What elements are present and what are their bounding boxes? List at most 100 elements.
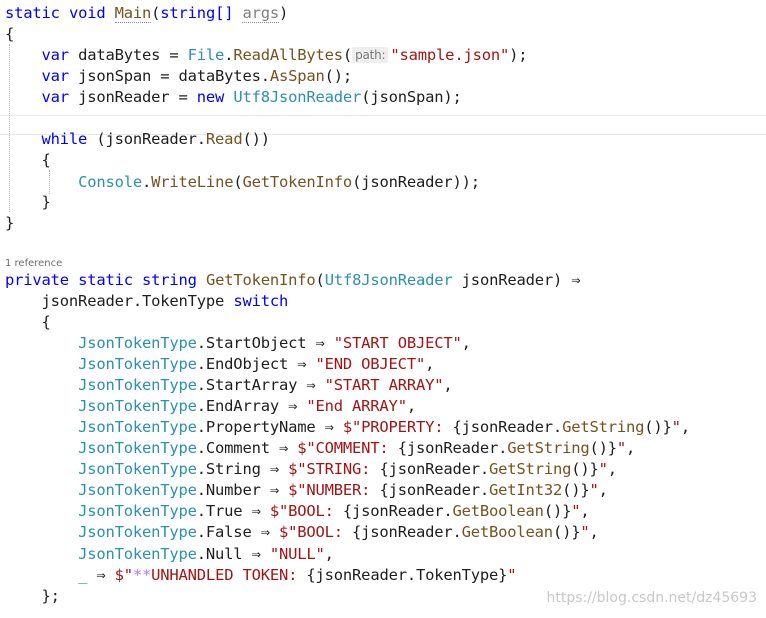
punct: } (5, 214, 15, 232)
switch-arm: JsonTokenType.EndArray ⇒ "End ARRAY", (5, 396, 416, 417)
method-call[interactable]: WriteLine (151, 173, 233, 191)
method-call[interactable]: GetBoolean (462, 523, 554, 541)
method-call[interactable]: GetString (562, 418, 644, 436)
punct: } (41, 193, 51, 211)
string-literal: " (507, 566, 517, 584)
switch-arm: JsonTokenType.Comment ⇒ $"COMMENT: {json… (5, 438, 635, 459)
code-line-switch: jsonReader.TokenType switch (5, 291, 289, 312)
keyword: var (41, 46, 70, 64)
type-name[interactable]: JsonTokenType (78, 355, 197, 373)
keyword: switch (233, 292, 289, 310)
member: .False ⇒ (196, 523, 279, 541)
code-editor[interactable]: static void Main(string[] args) { var da… (0, 0, 766, 618)
punct: , (589, 523, 599, 541)
identifier: jsonReader) ⇒ (452, 271, 581, 289)
interpolation: {jsonReader. (397, 439, 508, 457)
identifier: (jsonReader. (87, 130, 206, 148)
interpolation: ()} (644, 418, 672, 436)
type-name[interactable]: JsonTokenType (78, 545, 197, 563)
punct: ()) (242, 130, 270, 148)
member: .Comment ⇒ (196, 439, 298, 457)
interpolation: ()} (552, 523, 581, 541)
type-name[interactable]: JsonTokenType (78, 397, 197, 415)
code-line-switch-close: }; (5, 586, 60, 607)
type-name[interactable]: JsonTokenType (78, 481, 197, 499)
parameter-inlay-hint: path: (352, 47, 389, 63)
type-name[interactable]: JsonTokenType (78, 502, 197, 520)
discard: _ (78, 566, 88, 584)
punct: , (680, 418, 690, 436)
code-line-brace-close: } (5, 213, 14, 234)
interpolation: {jsonReader.TokenType} (306, 566, 508, 584)
watermark: https://blog.csdn.net/dz45693 (546, 590, 757, 606)
parameter-args[interactable]: args (242, 4, 279, 23)
punct: ( (315, 271, 325, 289)
punct: ( (151, 4, 161, 22)
string-literal: "NULL" (269, 545, 325, 563)
member: .EndObject ⇒ (196, 355, 316, 373)
string-literal: $" (288, 460, 307, 478)
keyword: var (41, 88, 70, 106)
member: .Number ⇒ (196, 481, 289, 499)
string-literal: $" (288, 481, 307, 499)
type-name[interactable]: JsonTokenType (78, 334, 197, 352)
punct: ); (509, 46, 528, 64)
interpolation: {jsonReader. (352, 523, 462, 541)
punct: , (607, 460, 617, 478)
string-literal: $" (269, 502, 289, 520)
string-literal: COMMENT: (315, 439, 398, 457)
interpolation: {jsonReader. (379, 481, 490, 499)
keyword: static (78, 271, 133, 289)
string-literal: $" (342, 418, 362, 436)
string-literal: "END OBJECT" (315, 355, 426, 373)
type-name[interactable]: JsonTokenType (78, 418, 197, 436)
type-name[interactable]: JsonTokenType (78, 460, 197, 478)
type-name[interactable]: JsonTokenType (78, 376, 197, 394)
type-name[interactable]: JsonTokenType (78, 439, 197, 457)
method-call[interactable]: GetString (489, 460, 571, 478)
keyword: new (196, 88, 225, 106)
keyword: string (142, 271, 197, 289)
code-line-databytes: var dataBytes = File.ReadAllBytes(path: "… (5, 45, 528, 66)
method-call[interactable]: GetInt32 (489, 481, 562, 499)
member: .String ⇒ (196, 460, 289, 478)
member: .EndArray ⇒ (196, 397, 307, 415)
punct: , (425, 355, 435, 373)
string-literal: " (671, 418, 681, 436)
string-literal: "START ARRAY" (324, 376, 444, 394)
method-call[interactable]: GetString (507, 439, 589, 457)
code-line-jsonspan: var jsonSpan = dataBytes.AsSpan(); (5, 66, 353, 87)
type-name[interactable]: JsonTokenType (78, 523, 197, 541)
switch-arm: JsonTokenType.PropertyName ⇒ $"PROPERTY:… (5, 417, 690, 438)
method-call[interactable]: ReadAllBytes (233, 46, 343, 64)
identifier: jsonReader.TokenType (41, 292, 234, 310)
identifier: jsonReader = (68, 88, 197, 106)
method-call[interactable]: AsSpan (270, 67, 325, 85)
type-name[interactable]: Utf8JsonReader (233, 88, 361, 106)
punct: (); (324, 67, 353, 85)
code-line-console: Console.WriteLine(GetTokenInfo(jsonReade… (5, 172, 480, 193)
method-call[interactable]: Read (206, 130, 243, 148)
punct: , (598, 481, 608, 499)
type-name[interactable]: Console (78, 173, 142, 191)
switch-arm: JsonTokenType.String ⇒ $"STRING: {jsonRe… (5, 459, 617, 480)
code-line-loop-close: } (5, 192, 51, 213)
switch-arm: JsonTokenType.Number ⇒ $"NUMBER: {jsonRe… (5, 480, 608, 501)
type-name[interactable]: Utf8JsonReader (325, 271, 453, 289)
method-name-gettokeninfo[interactable]: GetTokenInfo (206, 271, 316, 289)
member: .True ⇒ (196, 502, 270, 520)
method-call[interactable]: GetTokenInfo (242, 173, 352, 191)
string-literal: PROPERTY: (361, 418, 453, 436)
codelens-references[interactable]: 1 reference (5, 257, 62, 271)
method-name-main[interactable]: Main (114, 4, 151, 23)
method-call[interactable]: GetBoolean (453, 502, 545, 520)
string-literal: $" (114, 566, 133, 584)
switch-arm: JsonTokenType.StartObject ⇒ "START OBJEC… (5, 333, 471, 354)
punct: . (224, 46, 234, 64)
string-literal: NUMBER: (306, 481, 380, 499)
code-line-while: while (jsonReader.Read()) (5, 129, 271, 150)
keyword: private (5, 271, 69, 289)
punct: , (406, 397, 416, 415)
code-line-loop-open: { (5, 150, 51, 171)
type-name[interactable]: File (188, 46, 225, 64)
